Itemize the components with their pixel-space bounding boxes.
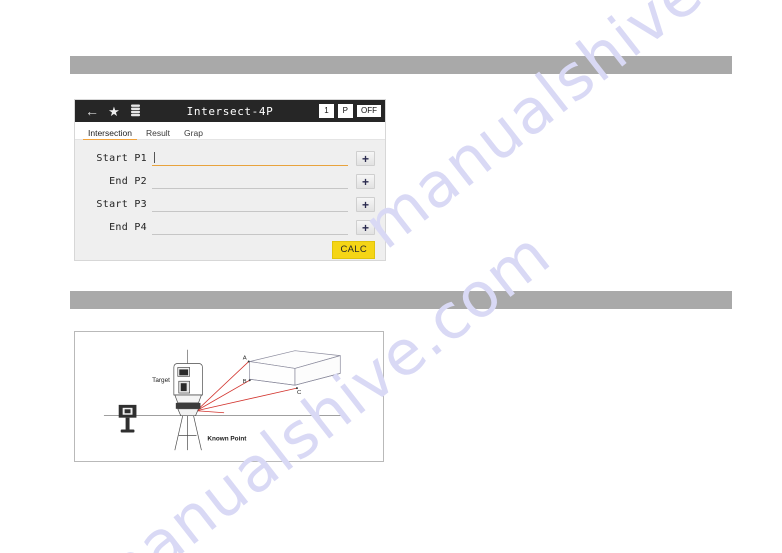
- label-target: Target: [152, 377, 170, 384]
- device-title-bar: ← ★ Intersect-4P 1 P OFF: [75, 100, 385, 122]
- field-row-start-p3: Start P3 +: [75, 193, 385, 216]
- calc-button[interactable]: CALC: [332, 241, 375, 259]
- text-cursor: [154, 152, 155, 163]
- label-start-p3: Start P3: [96, 199, 147, 210]
- input-wrap-start-p1: [152, 151, 348, 166]
- add-point-button-p2[interactable]: +: [356, 174, 375, 189]
- section-divider-bar-middle: [70, 291, 732, 309]
- label-point-c: C: [297, 390, 302, 396]
- input-end-p2[interactable]: [152, 174, 348, 189]
- point-marker-c: [295, 387, 298, 390]
- section-divider-bar-top: [70, 56, 732, 74]
- add-point-button-p3[interactable]: +: [356, 197, 375, 212]
- intersection-diagram: Target Known Point A B C: [103, 349, 345, 451]
- tab-graph[interactable]: Grap: [177, 128, 210, 140]
- tab-intersection[interactable]: Intersection: [81, 128, 139, 140]
- intersection-form: Start P1 + End P2 + Start P3 + End P4 + …: [75, 140, 385, 260]
- input-wrap-end-p2: [152, 174, 348, 189]
- input-end-p4[interactable]: [152, 220, 348, 235]
- input-wrap-end-p4: [152, 220, 348, 235]
- label-point-b: B: [243, 379, 247, 385]
- point-marker-b: [248, 379, 251, 382]
- point-marker-a: [247, 360, 250, 363]
- status-badge-power[interactable]: OFF: [357, 105, 381, 117]
- label-start-p1: Start P1: [96, 153, 147, 164]
- field-row-end-p4: End P4 +: [75, 216, 385, 239]
- total-station-instrument: [173, 363, 203, 451]
- back-arrow-icon[interactable]: ←: [83, 102, 101, 120]
- intersection-diagram-panel: Target Known Point A B C: [74, 331, 384, 462]
- label-end-p2: End P2: [109, 176, 147, 187]
- status-badge-page-number[interactable]: 1: [319, 104, 334, 118]
- layers-stack-icon[interactable]: [126, 102, 144, 120]
- add-point-button-p1[interactable]: +: [356, 151, 375, 166]
- field-row-start-p1: Start P1 +: [75, 147, 385, 170]
- label-point-a: A: [243, 356, 247, 362]
- tab-result[interactable]: Result: [139, 128, 177, 140]
- calc-row: CALC: [75, 241, 385, 259]
- tab-bar: Intersection Result Grap: [75, 122, 385, 140]
- status-indicator-group: 1 P OFF: [319, 104, 381, 118]
- label-known-point: Known Point: [207, 435, 247, 442]
- target-object-box: [249, 350, 341, 386]
- device-screenshot-panel: ← ★ Intersect-4P 1 P OFF Intersection Re…: [74, 99, 386, 261]
- prism-target: [118, 404, 137, 433]
- status-badge-mode[interactable]: P: [337, 104, 353, 118]
- input-start-p1[interactable]: [152, 151, 348, 166]
- add-point-button-p4[interactable]: +: [356, 220, 375, 235]
- field-row-end-p2: End P2 +: [75, 170, 385, 193]
- input-start-p3[interactable]: [152, 197, 348, 212]
- star-icon[interactable]: ★: [105, 102, 123, 120]
- watermark-text-upper: manualshive.com: [350, 0, 782, 263]
- input-wrap-start-p3: [152, 197, 348, 212]
- label-end-p4: End P4: [109, 222, 147, 233]
- watermark-overlay: manualshive.com manualshive.com: [0, 0, 782, 553]
